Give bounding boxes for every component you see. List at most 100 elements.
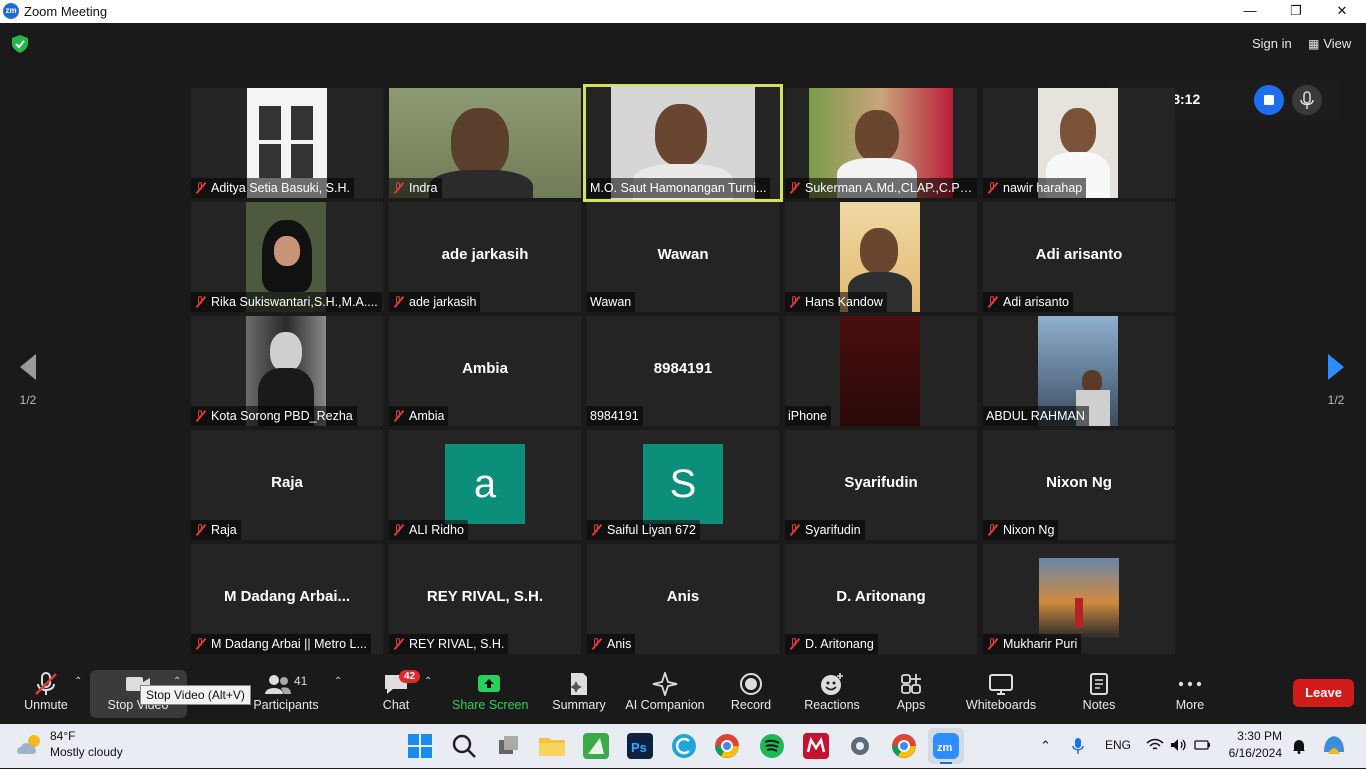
close-button[interactable]: ✕ — [1319, 0, 1365, 23]
microphone-tray-icon[interactable] — [1072, 738, 1084, 757]
next-page-button[interactable]: 1/2 — [1316, 352, 1356, 407]
video-tile[interactable]: a ALI Ridho — [389, 430, 581, 540]
participant-name: Raja — [191, 520, 241, 540]
video-tile[interactable]: ABDUL RAHMAN — [983, 316, 1175, 426]
security-shield-icon[interactable] — [12, 35, 28, 53]
participant-avatar: a — [445, 444, 525, 524]
reactions-label: Reactions — [804, 698, 860, 712]
video-tile[interactable]: Syarifudin Syarifudin — [785, 430, 977, 540]
arrow-right-icon — [1328, 354, 1344, 380]
minimize-button[interactable]: — — [1227, 0, 1273, 23]
unmute-label: Unmute — [24, 698, 68, 712]
partly-cloudy-weather-icon[interactable] — [16, 732, 46, 758]
taskbar-clock[interactable]: 3:30 PM 6/16/2024 — [1218, 729, 1282, 760]
photo-app-icon[interactable] — [580, 730, 612, 762]
participant-display-name: ade jarkasih — [441, 246, 529, 263]
input-language[interactable]: ENG — [1105, 738, 1131, 752]
photoshop-icon[interactable]: Ps — [624, 730, 656, 762]
video-tile[interactable]: 8984191 8984191 — [587, 316, 779, 426]
video-tile[interactable]: REY RIVAL, S.H. REY RIVAL, S.H. — [389, 544, 581, 654]
video-tile[interactable]: Kota Sorong PBD_Rezha — [191, 316, 383, 426]
sign-in-button[interactable]: Sign in — [1252, 36, 1292, 51]
participant-name: Aditya Setia Basuki, S.H. — [191, 178, 354, 198]
spotify-icon[interactable] — [756, 730, 788, 762]
apps-button[interactable]: Apps — [890, 662, 932, 724]
chat-options-chevron-icon[interactable]: ⌃ — [424, 676, 432, 687]
muted-mic-icon — [194, 410, 206, 422]
video-tile[interactable]: Nixon Ng Nixon Ng — [983, 430, 1175, 540]
whiteboards-button[interactable]: Whiteboards — [964, 662, 1038, 724]
page-indicator-right: 1/2 — [1327, 393, 1345, 407]
leave-button[interactable]: Leave — [1293, 679, 1354, 707]
unmute-button[interactable]: Unmute — [18, 662, 74, 724]
muted-microphone-icon — [35, 672, 57, 695]
video-tile[interactable]: Adi arisanto Adi arisanto — [983, 202, 1175, 312]
mendeley-icon[interactable] — [800, 730, 832, 762]
video-tile[interactable]: Aditya Setia Basuki, S.H. — [191, 88, 383, 198]
video-tile[interactable]: Raja Raja — [191, 430, 383, 540]
file-explorer-icon[interactable] — [536, 730, 568, 762]
stop-recording-button[interactable] — [1254, 85, 1284, 115]
show-hidden-icons-chevron-icon[interactable]: ⌃ — [1040, 738, 1051, 754]
view-button[interactable]: ▦ View — [1308, 36, 1351, 51]
video-tile[interactable]: M Dadang Arbai... M Dadang Arbai || Metr… — [191, 544, 383, 654]
video-tile[interactable]: nawir harahap — [983, 88, 1175, 198]
video-tile[interactable]: ade jarkasih ade jarkasih — [389, 202, 581, 312]
video-tile[interactable]: Rika Sukiswantari,S.H.,M.A.... — [191, 202, 383, 312]
participant-display-name: Syarifudin — [844, 474, 918, 491]
muted-mic-icon — [788, 638, 800, 650]
more-button[interactable]: More — [1170, 662, 1210, 724]
video-tile[interactable]: S Saiful Liyan 672 — [587, 430, 779, 540]
participants-button[interactable]: 41 Participants — [252, 662, 320, 724]
zoom-logo-icon: zm — [3, 3, 19, 19]
notification-bell-icon[interactable] — [1292, 738, 1306, 757]
windows-start-icon[interactable] — [404, 730, 436, 762]
chrome-profile-icon[interactable] — [888, 730, 920, 762]
battery-plug-icon[interactable] — [1194, 738, 1212, 755]
participant-name: ALI Ridho — [389, 520, 468, 540]
video-tile[interactable]: Anis Anis — [587, 544, 779, 654]
settings-gear-icon[interactable] — [844, 730, 876, 762]
video-tile-active-speaker[interactable]: M.O. Saut Hamonangan Turni... — [583, 84, 783, 202]
participant-name: Saiful Liyan 672 — [587, 520, 700, 540]
task-view-icon[interactable] — [493, 730, 525, 762]
share-screen-label: Share Screen — [452, 698, 529, 712]
search-icon[interactable] — [448, 730, 480, 762]
reactions-button[interactable]: Reactions — [803, 662, 861, 724]
apps-label: Apps — [896, 698, 926, 712]
emoji-reaction-icon — [821, 673, 843, 695]
previous-page-button[interactable]: 1/2 — [8, 352, 48, 407]
ai-companion-button[interactable]: AI Companion — [625, 662, 705, 724]
video-tile[interactable]: Indra — [389, 88, 581, 198]
muted-mic-icon — [590, 638, 602, 650]
participants-options-chevron-icon[interactable]: ⌃ — [334, 676, 342, 687]
copilot-icon[interactable] — [1318, 730, 1350, 762]
volume-icon[interactable] — [1170, 738, 1188, 755]
microphone-button[interactable] — [1292, 85, 1322, 115]
participant-name: Rika Sukiswantari,S.H.,M.A.... — [191, 292, 382, 312]
video-tile[interactable]: iPhone — [785, 316, 977, 426]
share-screen-button[interactable]: Share Screen — [452, 662, 529, 724]
video-tile[interactable]: Wawan Wawan — [587, 202, 779, 312]
participant-name: REY RIVAL, S.H. — [389, 634, 509, 654]
video-tile[interactable]: D. Aritonang D. Aritonang — [785, 544, 977, 654]
chrome-icon[interactable] — [711, 730, 743, 762]
zoom-taskbar-icon[interactable]: zm — [928, 728, 964, 764]
muted-mic-icon — [392, 638, 404, 650]
video-tile[interactable]: Ambia Ambia — [389, 316, 581, 426]
restore-button[interactable]: ❐ — [1273, 0, 1319, 23]
participant-avatar: S — [643, 444, 723, 524]
record-button[interactable]: Record — [728, 662, 774, 724]
summary-button[interactable]: Summary — [549, 662, 609, 724]
video-tile[interactable]: Sukerman A.Md.,CLAP.,C.PS... — [785, 88, 977, 198]
participant-name: Sukerman A.Md.,CLAP.,C.PS... — [785, 178, 977, 198]
audio-options-chevron-icon[interactable]: ⌃ — [74, 676, 82, 687]
participants-label: Participants — [253, 698, 319, 712]
participant-display-name: D. Aritonang — [836, 588, 926, 605]
video-tile[interactable]: Mukharir Puri — [983, 544, 1175, 654]
notes-button[interactable]: Notes — [1077, 662, 1121, 724]
notes-icon — [1090, 673, 1108, 695]
video-tile[interactable]: Hans Kandow — [785, 202, 977, 312]
wifi-icon[interactable] — [1146, 738, 1164, 755]
canva-icon[interactable] — [668, 730, 700, 762]
